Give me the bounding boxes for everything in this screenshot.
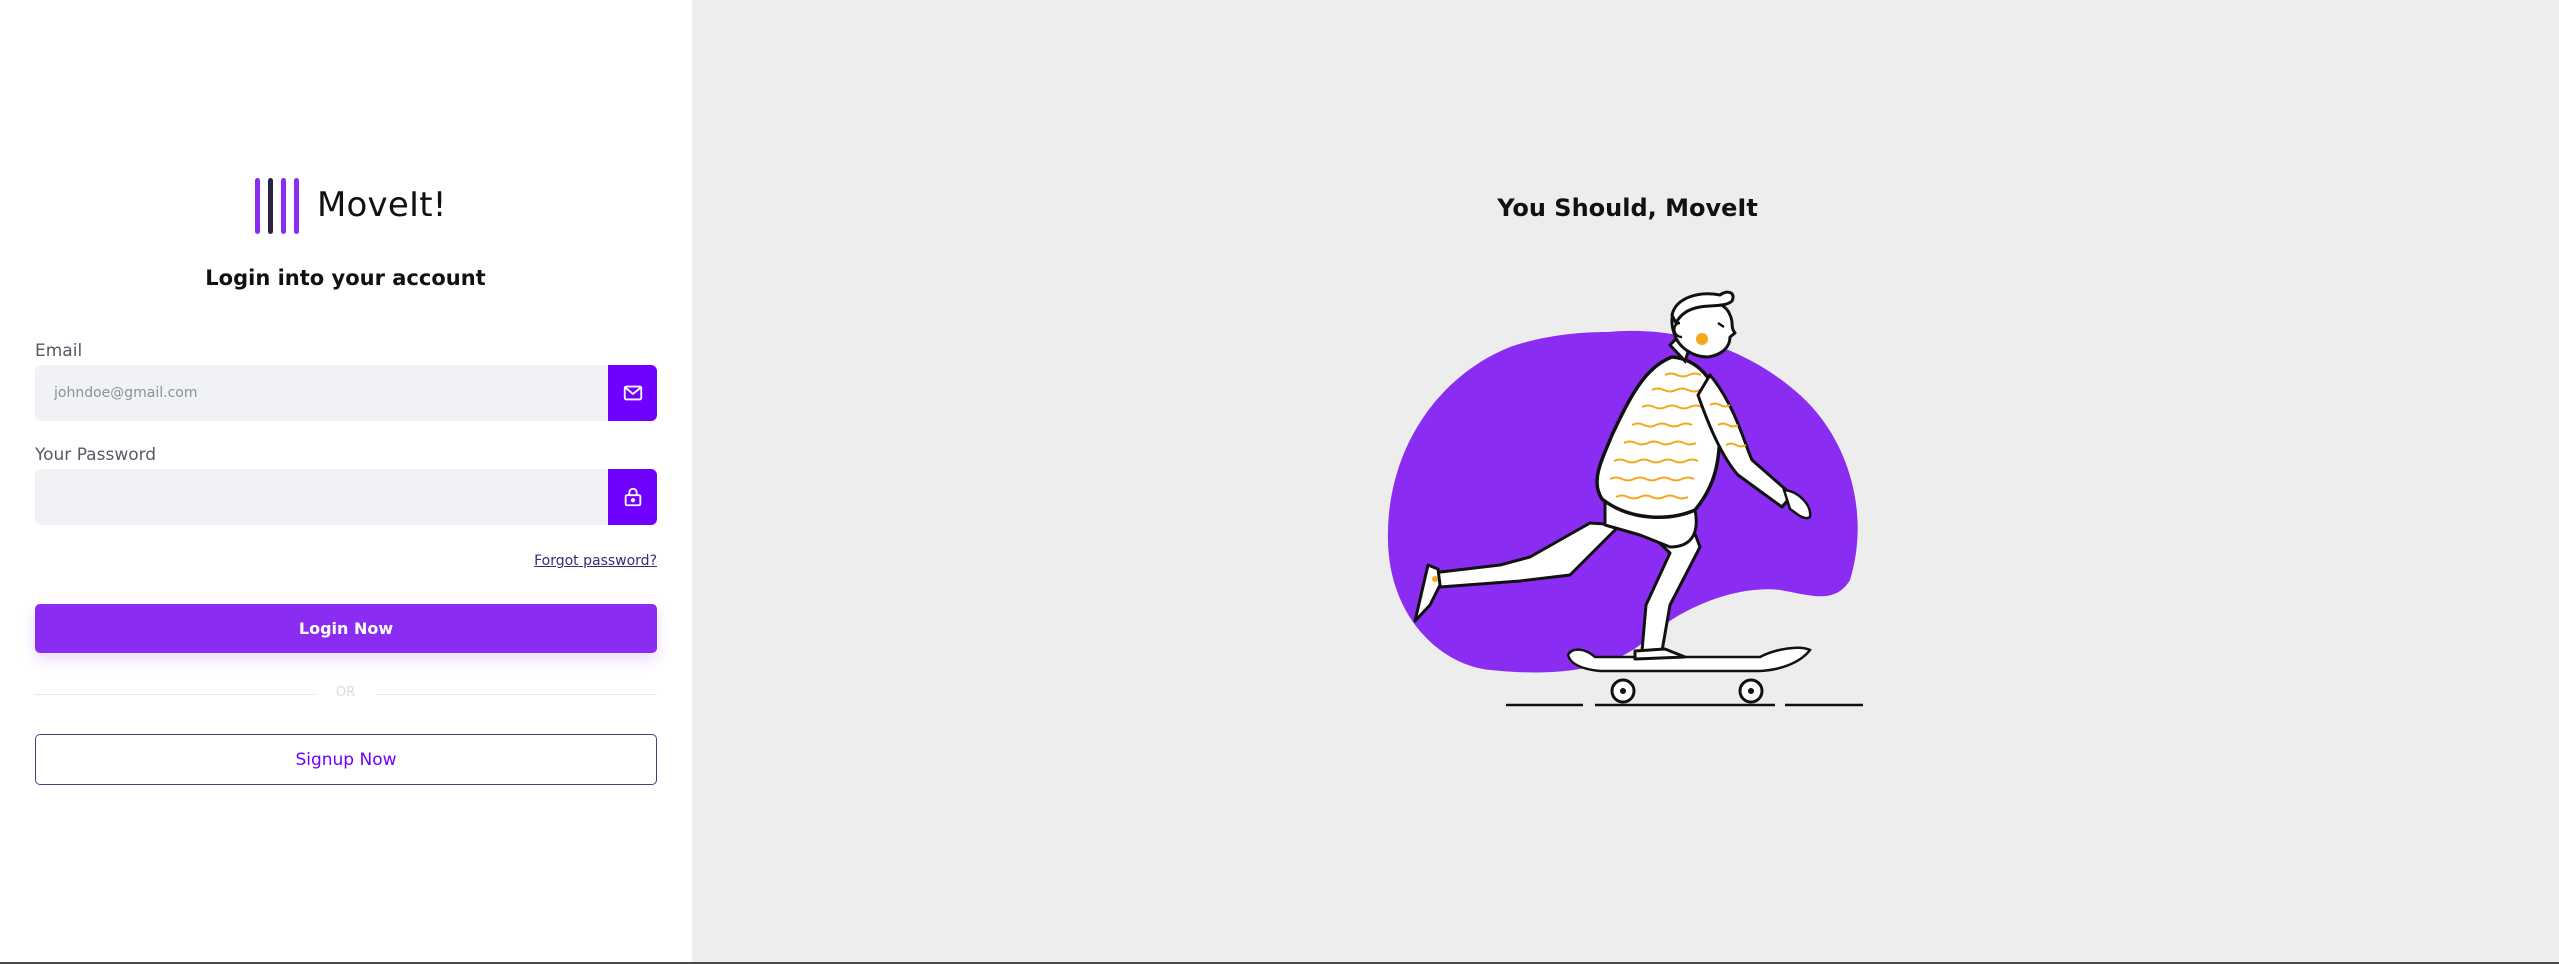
brand-name: MoveIt! [317,185,447,225]
forgot-row: Forgot password? [0,550,657,569]
login-heading: Login into your account [205,266,486,290]
email-icon-button[interactable] [608,365,657,421]
mail-icon [623,385,642,401]
email-input[interactable] [35,365,608,421]
email-label: Email [35,341,83,361]
password-input[interactable] [35,469,608,525]
login-button[interactable]: Login Now [35,604,657,653]
hero-title: You Should, MoveIt [1497,194,1758,222]
password-field-group [35,469,657,525]
signup-button[interactable]: Signup Now [35,734,657,785]
brand: MoveIt! [253,174,447,236]
password-label: Your Password [35,445,157,465]
or-separator: OR [335,685,356,700]
skateboarder-illustration [1387,290,1863,707]
forgot-password-link[interactable]: Forgot password? [534,553,657,569]
divider-left [35,694,315,695]
password-icon-button[interactable] [608,469,657,525]
login-panel: MoveIt! Login into your account Email Yo… [0,0,692,964]
lock-icon [624,487,641,507]
moveit-logo-icon [255,178,299,234]
divider-right [376,694,657,695]
email-field-group [35,365,657,421]
